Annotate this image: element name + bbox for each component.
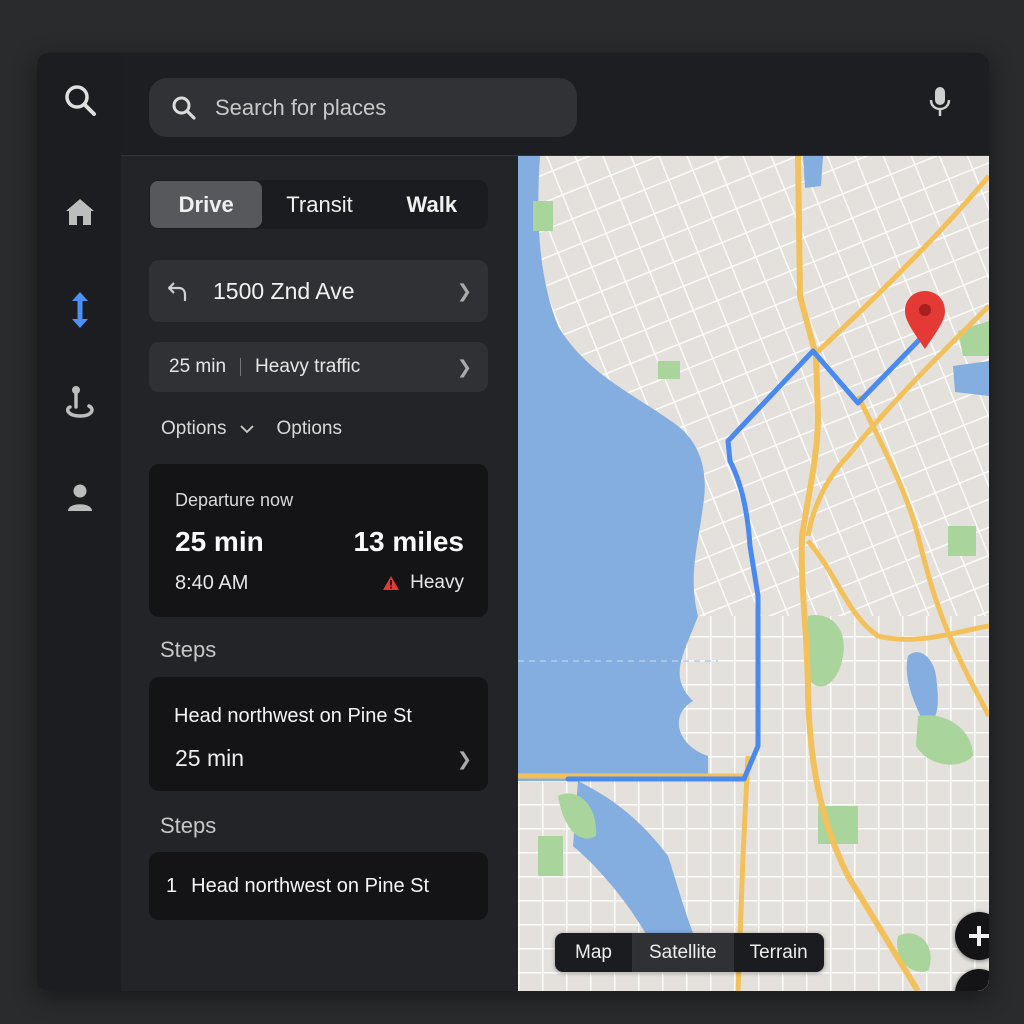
divider [240,358,242,376]
traffic-summary-row[interactable]: 25 min Heavy traffic ❯ [149,342,488,392]
warning-icon [383,576,400,590]
zoom-in-icon [969,926,989,946]
search-icon [172,96,196,120]
map-view[interactable]: Map Satellite Terrain [518,156,989,991]
explore-icon [66,386,94,418]
search-icon [65,85,96,116]
traffic-level: Heavy [410,572,464,593]
rail-home-button[interactable] [59,191,101,233]
nav-rail [37,53,122,991]
trip-duration: 25 min [175,526,264,557]
step-duration: 25 min [175,745,245,771]
chevron-right-icon: ❯ [456,280,472,301]
voice-search-button[interactable] [925,86,955,126]
options-row: Options Options [161,418,342,440]
step-summary-card[interactable]: Head northwest on Pine St 25 min ❯ [149,677,488,791]
options-link[interactable]: Options [276,418,341,440]
chevron-right-icon: ❯ [456,356,472,377]
chevron-down-icon[interactable] [240,424,255,434]
steps-heading-2: Steps [160,813,217,838]
arrival-time: 8:40 AM [175,572,249,594]
map-type-map[interactable]: Map [555,933,632,972]
tab-transit[interactable]: Transit [263,180,375,229]
map-canvas[interactable] [518,156,989,991]
turn-left-icon [167,282,187,301]
search-input[interactable] [213,93,557,122]
destination-row[interactable]: 1500 Znd Ave ❯ [149,260,488,322]
rail-directions-button[interactable] [59,289,101,331]
app-window: Drive Transit Walk 1500 Znd Ave ❯ 25 min… [37,53,989,991]
step-instruction: Head northwest on Pine St [191,874,430,897]
departure-label: Departure now [175,490,294,510]
list-item[interactable]: 1 Head northwest on Pine St [149,852,488,920]
traffic-status: Heavy traffic [255,356,361,377]
rail-search-button[interactable] [59,79,101,121]
zoom-out-icon [968,982,989,991]
traffic-duration: 25 min [169,356,227,377]
travel-mode-selector: Drive Transit Walk [149,180,488,229]
traffic-warning: Heavy [382,572,464,594]
map-type-terrain[interactable]: Terrain [732,933,824,972]
options-dropdown[interactable]: Options [161,418,226,440]
map-type-satellite[interactable]: Satellite [631,933,733,972]
map-type-selector: Map Satellite Terrain [555,933,824,972]
tab-walk[interactable]: Walk [376,180,488,229]
directions-panel: Drive Transit Walk 1500 Znd Ave ❯ 25 min… [121,156,518,991]
tab-drive[interactable]: Drive [150,181,263,228]
rail-profile-button[interactable] [59,477,101,519]
trip-distance: 13 miles [353,526,464,557]
step-instruction: Head northwest on Pine St [174,705,412,727]
mic-icon [929,87,951,116]
person-icon [68,484,92,511]
home-icon [66,199,94,225]
departure-card: Departure now 25 min 13 miles 8:40 AM He… [149,464,488,617]
directions-icon [72,292,88,328]
rail-explore-button[interactable] [59,381,101,423]
top-bar [121,53,989,156]
step-number: 1 [166,874,178,897]
destination-address: 1500 Znd Ave [213,277,355,304]
steps-heading: Steps [160,637,217,662]
search-box[interactable] [149,78,577,137]
chevron-right-icon: ❯ [456,749,472,769]
